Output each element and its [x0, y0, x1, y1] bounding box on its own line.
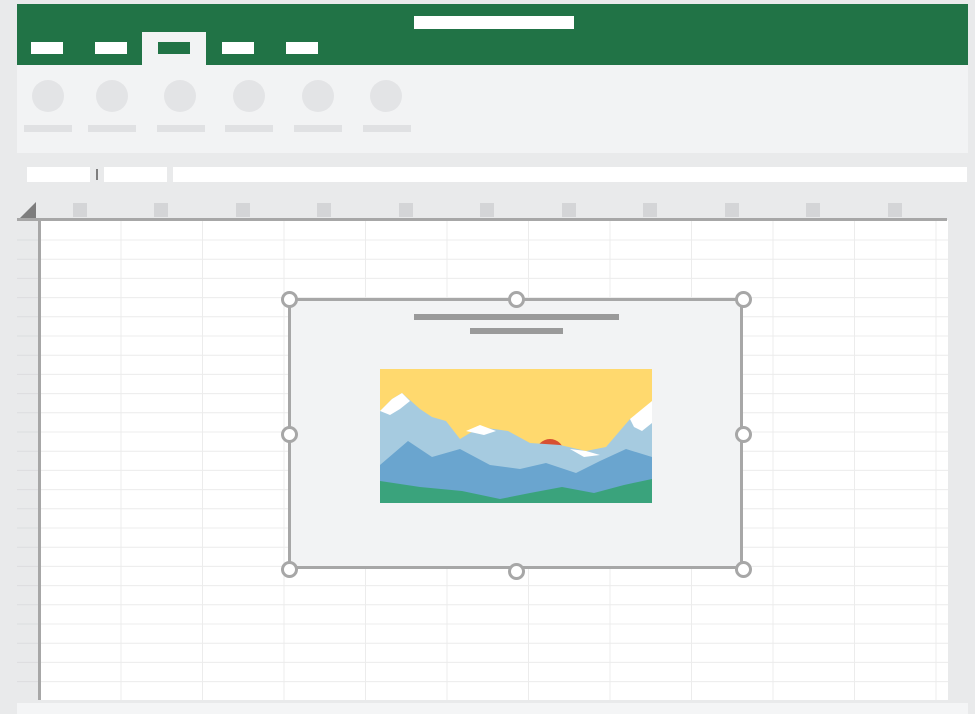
column-header-cell[interactable] — [236, 203, 250, 217]
ribbon-tab-5[interactable] — [286, 42, 318, 54]
ribbon-tab-2[interactable] — [95, 42, 127, 54]
ribbon-command-icon[interactable] — [32, 80, 64, 112]
resize-handle-bottom[interactable] — [508, 563, 525, 580]
ribbon-command-icon[interactable] — [96, 80, 128, 112]
resize-handle-top-right[interactable] — [735, 291, 752, 308]
resize-handle-top[interactable] — [508, 291, 525, 308]
name-box[interactable] — [27, 167, 90, 182]
ribbon-command-label — [225, 125, 273, 132]
column-header-cell[interactable] — [480, 203, 494, 217]
ribbon-command-label — [363, 125, 411, 132]
ribbon-tab-4[interactable] — [222, 42, 254, 54]
column-header-cell[interactable] — [562, 203, 576, 217]
resize-handle-bottom-right[interactable] — [735, 561, 752, 578]
resize-handle-top-left[interactable] — [281, 291, 298, 308]
resize-handle-bottom-left[interactable] — [281, 561, 298, 578]
landscape-image-icon — [380, 369, 652, 503]
ribbon-command-icon[interactable] — [164, 80, 196, 112]
window-title-placeholder — [414, 16, 574, 29]
ribbon-command-label — [157, 125, 205, 132]
ribbon-command-icon[interactable] — [370, 80, 402, 112]
row-header-border — [38, 218, 41, 700]
resize-handle-right[interactable] — [735, 426, 752, 443]
column-header-cell[interactable] — [399, 203, 413, 217]
ribbon-command-label — [24, 125, 72, 132]
column-header-cell[interactable] — [806, 203, 820, 217]
column-header-cell[interactable] — [725, 203, 739, 217]
function-box[interactable] — [104, 167, 167, 182]
column-header-cell[interactable] — [317, 203, 331, 217]
ribbon-tab-active-label — [158, 42, 190, 54]
column-header-cell[interactable] — [643, 203, 657, 217]
resize-handle-left[interactable] — [281, 426, 298, 443]
status-bar — [17, 703, 968, 714]
ribbon-toolbar — [17, 65, 968, 153]
column-header-cell[interactable] — [154, 203, 168, 217]
column-header-cell[interactable] — [888, 203, 902, 217]
picture-title-placeholder — [414, 314, 619, 320]
ribbon-command-label — [294, 125, 342, 132]
formula-bar-divider — [96, 169, 98, 180]
ribbon-tab-1[interactable] — [31, 42, 63, 54]
select-all-icon[interactable] — [20, 202, 36, 218]
picture-subtitle-placeholder — [470, 328, 563, 334]
ribbon-command-label — [88, 125, 136, 132]
column-header-border — [17, 218, 947, 221]
formula-input[interactable] — [173, 167, 967, 182]
ribbon-command-icon[interactable] — [302, 80, 334, 112]
ribbon-command-icon[interactable] — [233, 80, 265, 112]
row-header-lines — [17, 239, 39, 683]
column-header-cell[interactable] — [73, 203, 87, 217]
